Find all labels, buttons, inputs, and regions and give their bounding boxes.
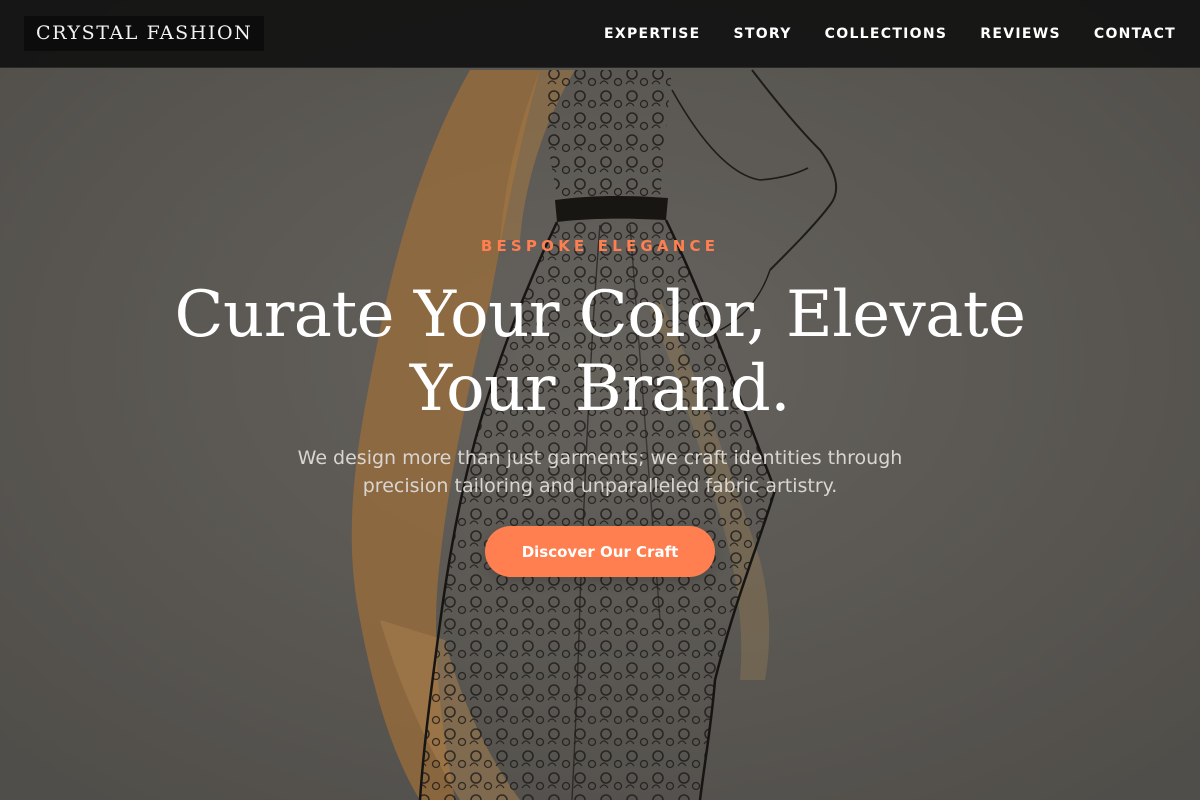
top-navbar: CRYSTAL FASHION EXPERTISE STORY COLLECTI… [0, 0, 1200, 68]
hero-eyebrow: BESPOKE ELEGANCE [480, 237, 720, 255]
hero-subtext-line1: We design more than just garments; we cr… [297, 447, 903, 469]
hero-subtext-line2: precision tailoring and unparalleled fab… [362, 475, 838, 497]
hero-headline-line1: Curate Your Color, Elevate [174, 278, 1026, 352]
nav-link-story[interactable]: STORY [733, 26, 791, 42]
hero-headline-line2: Your Brand. [409, 352, 791, 426]
main-nav: EXPERTISE STORY COLLECTIONS REVIEWS CONT… [604, 26, 1176, 42]
brand-logo[interactable]: CRYSTAL FASHION [24, 16, 265, 51]
nav-link-expertise[interactable]: EXPERTISE [604, 26, 700, 42]
nav-link-contact[interactable]: CONTACT [1094, 26, 1176, 42]
landing-page: CRYSTAL FASHION EXPERTISE STORY COLLECTI… [0, 0, 1200, 800]
nav-link-collections[interactable]: COLLECTIONS [825, 26, 948, 42]
hero-subtext: We design more than just garments; we cr… [260, 444, 940, 500]
discover-craft-button[interactable]: Discover Our Craft [485, 526, 715, 577]
hero-section: BESPOKE ELEGANCE Curate Your Color, Elev… [0, 0, 1200, 800]
hero-headline: Curate Your Color, Elevate Your Brand. [100, 278, 1100, 426]
nav-link-reviews[interactable]: REVIEWS [980, 26, 1061, 42]
